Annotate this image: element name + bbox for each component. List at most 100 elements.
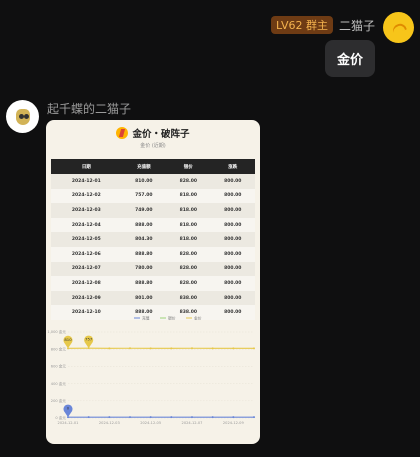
pin-label: 810 [64, 337, 72, 342]
table-cell: 2024-12-03 [51, 203, 122, 218]
data-point [149, 416, 152, 419]
avatar[interactable] [6, 100, 39, 133]
table-cell: 818.00 [166, 217, 211, 233]
table-row: 2024-12-08 888.80 828.00 800.00 [51, 276, 255, 291]
gold-price-card[interactable]: 金价・破阵子 金价 (近期) 日期 充值额 银价 涨跌 2024-12-01 81… [46, 120, 260, 444]
sender-name: 二猫子 [338, 18, 375, 33]
table-cell: 828.00 [166, 174, 211, 189]
lightning-icon [116, 127, 129, 139]
level-text: LV62 [276, 19, 303, 32]
card-subtitle: 金价 (近期) [140, 143, 166, 149]
table-cell: 800.00 [210, 188, 255, 204]
table-cell: 800.00 [210, 217, 255, 233]
y-tick-label: 200 金元 [51, 398, 67, 403]
table-cell: 800.00 [210, 276, 255, 291]
table-cell: 818.00 [166, 188, 211, 204]
y-tick-label: 0 金元 [55, 415, 66, 420]
table-cell: 818.00 [166, 232, 211, 247]
table-cell: 800.00 [210, 232, 255, 247]
level-badge: LV62 群主 [271, 16, 333, 34]
card-title-text: 金价・破阵子 [132, 129, 190, 140]
table-row: 2024-12-03 749.00 818.00 800.00 [51, 203, 255, 218]
data-point [232, 416, 235, 419]
role-text: 群主 [305, 19, 328, 32]
table-header: 银价 [166, 159, 211, 174]
chart-y-axis: 1,000 金元 800 金元 600 金元 400 金元 200 金元 0 金元 [47, 329, 66, 420]
table-cell: 800.00 [210, 246, 255, 262]
data-point [191, 347, 193, 350]
data-point [253, 347, 255, 350]
message-right: LV62 群主 二猫子 金价 [271, 12, 414, 77]
table-cell: 810.00 [121, 174, 167, 189]
data-point [129, 347, 131, 350]
pin-label: 757 [85, 337, 93, 342]
table-cell: 2024-12-01 [51, 174, 122, 189]
message-right-meta: LV62 群主 二猫子 金价 [271, 16, 375, 77]
table-cell: 800.00 [210, 203, 255, 218]
data-point [170, 347, 173, 350]
x-tick-label: 2024-12-09 [223, 421, 245, 425]
table-row: 2024-12-02 757.00 818.00 800.00 [51, 188, 255, 204]
y-tick-label: 600 金元 [51, 364, 67, 369]
table-header: 日期 [51, 159, 122, 174]
table-row: 2024-12-01 810.00 828.00 800.00 [51, 174, 255, 189]
table-cell: 804.30 [121, 232, 167, 247]
avatar[interactable] [383, 12, 414, 43]
data-point [129, 416, 131, 419]
chart-legend: 充值 银价 金价 [134, 316, 202, 321]
legend-label: 充值 [142, 316, 150, 321]
message-bubble[interactable]: 金价 [324, 40, 375, 77]
legend-label: 金价 [194, 316, 202, 321]
x-tick-label: 2024-12-01 [58, 421, 79, 425]
data-point [253, 416, 255, 419]
x-tick-label: 2024-12-05 [140, 421, 161, 425]
table-cell: 2024-12-04 [51, 217, 122, 233]
data-point [211, 347, 214, 350]
table-header: 充值额 [121, 159, 167, 174]
sender-line: LV62 群主 二猫子 [271, 16, 375, 34]
table-cell: 757.00 [121, 188, 167, 204]
table-cell: 2024-12-06 [51, 246, 122, 262]
data-point [211, 416, 214, 419]
price-table: 日期 充值额 银价 涨跌 2024-12-01 810.00 828.00 800.0… [51, 159, 255, 320]
table-row: 2024-12-09 801.00 838.00 800.00 [51, 290, 255, 306]
table-row: 2024-12-07 780.00 828.00 800.00 [51, 261, 255, 277]
x-tick-label: 2024-12-07 [182, 421, 203, 425]
data-point [87, 416, 90, 419]
data-point [170, 416, 173, 419]
table-cell: 800.00 [210, 290, 255, 306]
data-point [232, 347, 235, 350]
data-point [191, 416, 193, 419]
table-cell: 800.00 [210, 261, 255, 277]
table-cell: 838.00 [166, 290, 211, 306]
table-cell: 2024-12-05 [51, 232, 122, 247]
table-cell: 828.00 [166, 261, 211, 277]
table-cell: 888.00 [121, 217, 167, 233]
y-tick-label: 800 金元 [51, 346, 67, 351]
y-tick-label: 400 金元 [51, 381, 67, 386]
table-header: 涨跌 [210, 159, 255, 174]
legend-label: 银价 [168, 316, 176, 321]
table-cell: 2024-12-02 [51, 188, 122, 204]
table-cell: 780.00 [121, 261, 167, 277]
table-cell: 749.00 [121, 203, 167, 218]
table-row: 2024-12-05 804.30 818.00 800.00 [51, 232, 255, 247]
table-cell: 888.80 [121, 246, 167, 262]
chart-series [67, 347, 255, 419]
data-point [108, 416, 111, 419]
table-cell: 2024-12-07 [51, 261, 122, 277]
table-cell: 2024-12-08 [51, 276, 122, 291]
table-cell: 828.00 [166, 276, 211, 291]
table-cell: 828.00 [166, 246, 211, 262]
chart-gridlines [68, 331, 254, 419]
y-tick-label: 1,000 金元 [47, 329, 66, 334]
card-title: 金价・破阵子 [46, 126, 260, 140]
price-line-chart: 充值 银价 金价 1,000 金元 800 金元 600 金元 400 金元 200 金元 0… [47, 316, 255, 425]
data-point [149, 347, 152, 350]
table-cell: 888.80 [121, 276, 167, 291]
x-tick-label: 2024-12-03 [99, 421, 120, 425]
eye-icon [24, 114, 29, 119]
table-cell: 800.00 [210, 174, 255, 189]
table-cell: 2024-12-09 [51, 290, 122, 306]
data-point [108, 347, 111, 350]
